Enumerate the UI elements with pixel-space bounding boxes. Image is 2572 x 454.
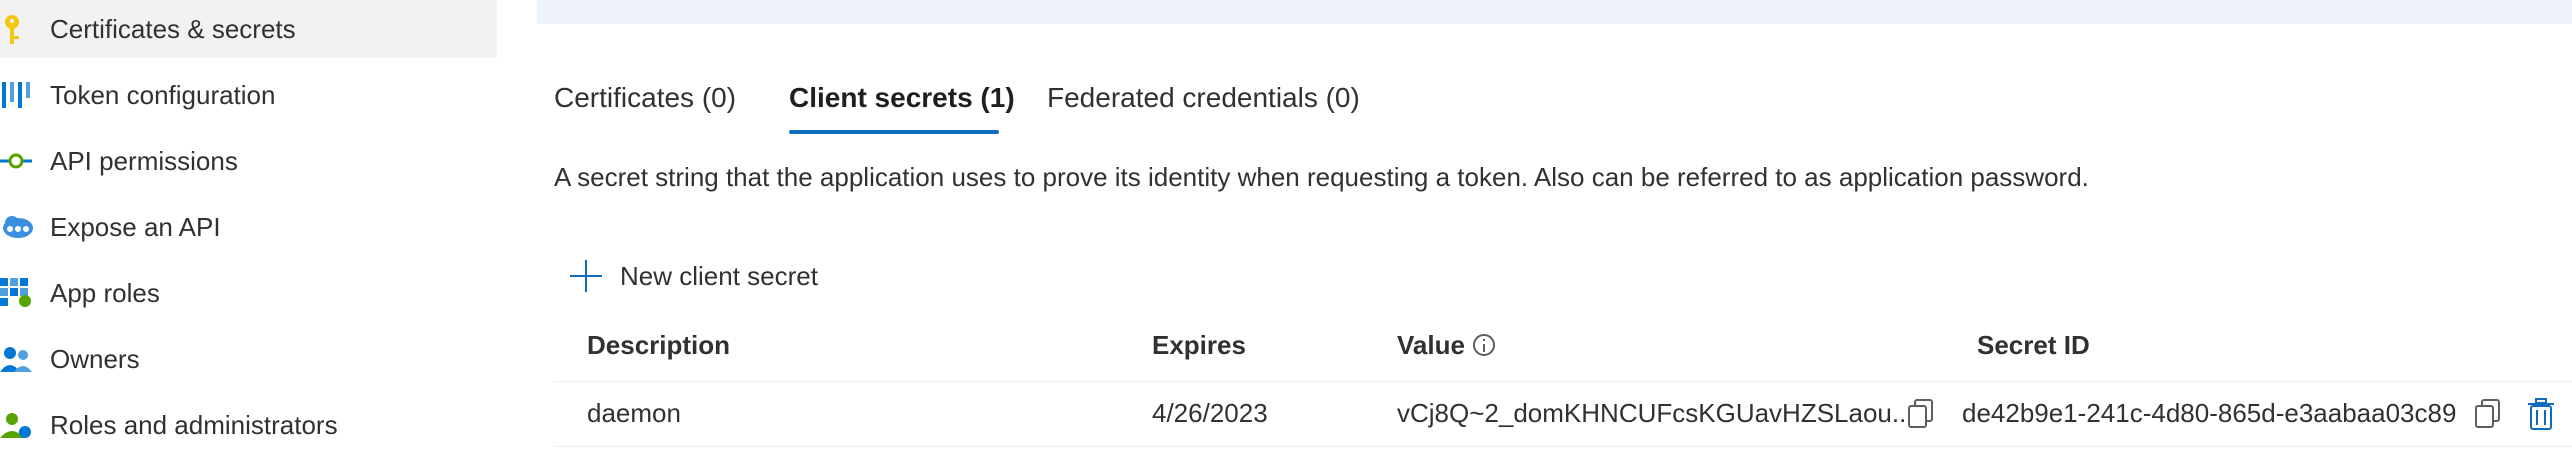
plus-icon <box>568 258 604 294</box>
sidebar-item-label: Certificates & secrets <box>50 13 296 44</box>
sidebar-item-label: Roles and administrators <box>50 409 338 440</box>
api-permissions-icon <box>0 153 32 169</box>
secrets-description: A secret string that the application use… <box>554 162 2089 192</box>
column-header-value-label: Value <box>1397 330 1465 360</box>
secret-expires-cell: 4/26/2023 <box>1152 398 1268 428</box>
sidebar-item-label: Token configuration <box>50 79 276 110</box>
roles-admin-icon <box>0 413 31 438</box>
sidebar-item-label: Owners <box>50 343 140 374</box>
new-client-secret-button[interactable]: New client secret <box>568 254 818 298</box>
sidebar-item-roles-administrators[interactable]: Roles and administrators <box>0 396 497 454</box>
delete-secret-icon[interactable] <box>2526 398 2556 430</box>
sidebar-item-expose-api[interactable]: Expose an API <box>0 198 497 256</box>
key-icon <box>5 15 19 44</box>
info-banner <box>537 0 2572 24</box>
cloud-api-icon <box>3 216 33 238</box>
column-header-secret-id: Secret ID <box>1977 330 2090 360</box>
tab-federated-credentials[interactable]: Federated credentials (0) <box>1047 82 1360 114</box>
sidebar-nav: Certificates & secrets Token configurati… <box>0 0 497 442</box>
copy-secret-id-icon[interactable] <box>2473 398 2503 430</box>
sidebar-item-label: Expose an API <box>50 211 221 242</box>
column-header-description: Description <box>587 330 731 360</box>
sidebar-item-certificates-secrets[interactable]: Certificates & secrets <box>0 0 497 58</box>
column-header-expires: Expires <box>1152 330 1246 360</box>
sidebar-item-label: API permissions <box>50 145 238 176</box>
table-row-divider <box>554 446 2572 447</box>
table-header-divider <box>554 381 2572 382</box>
sidebar-item-api-permissions[interactable]: API permissions <box>0 132 497 190</box>
secret-id-cell: de42b9e1-241c-4d80-865d-e3aabaa03c89 <box>1962 398 2457 428</box>
new-client-secret-label: New client secret <box>620 260 818 291</box>
copy-value-icon[interactable] <box>1906 398 1936 430</box>
secret-description-cell: daemon <box>587 398 681 428</box>
sidebar-item-app-roles[interactable]: App roles <box>0 264 497 322</box>
secret-value-cell: vCj8Q~2_domKHNCUFcsKGUavHZSLaou... <box>1397 398 1914 428</box>
token-bars-icon <box>2 82 30 108</box>
owners-people-icon <box>0 347 32 372</box>
sidebar-item-token-configuration[interactable]: Token configuration <box>0 66 497 124</box>
sidebar-item-owners[interactable]: Owners <box>0 330 497 388</box>
active-tab-indicator <box>789 130 999 134</box>
tab-certificates[interactable]: Certificates (0) <box>554 82 736 114</box>
info-icon[interactable] <box>1472 334 1495 357</box>
sidebar-item-label: App roles <box>50 277 160 308</box>
column-header-value: Value <box>1397 330 1495 361</box>
app-roles-grid-icon <box>0 278 31 307</box>
tab-client-secrets[interactable]: Client secrets (1) <box>789 82 1015 114</box>
